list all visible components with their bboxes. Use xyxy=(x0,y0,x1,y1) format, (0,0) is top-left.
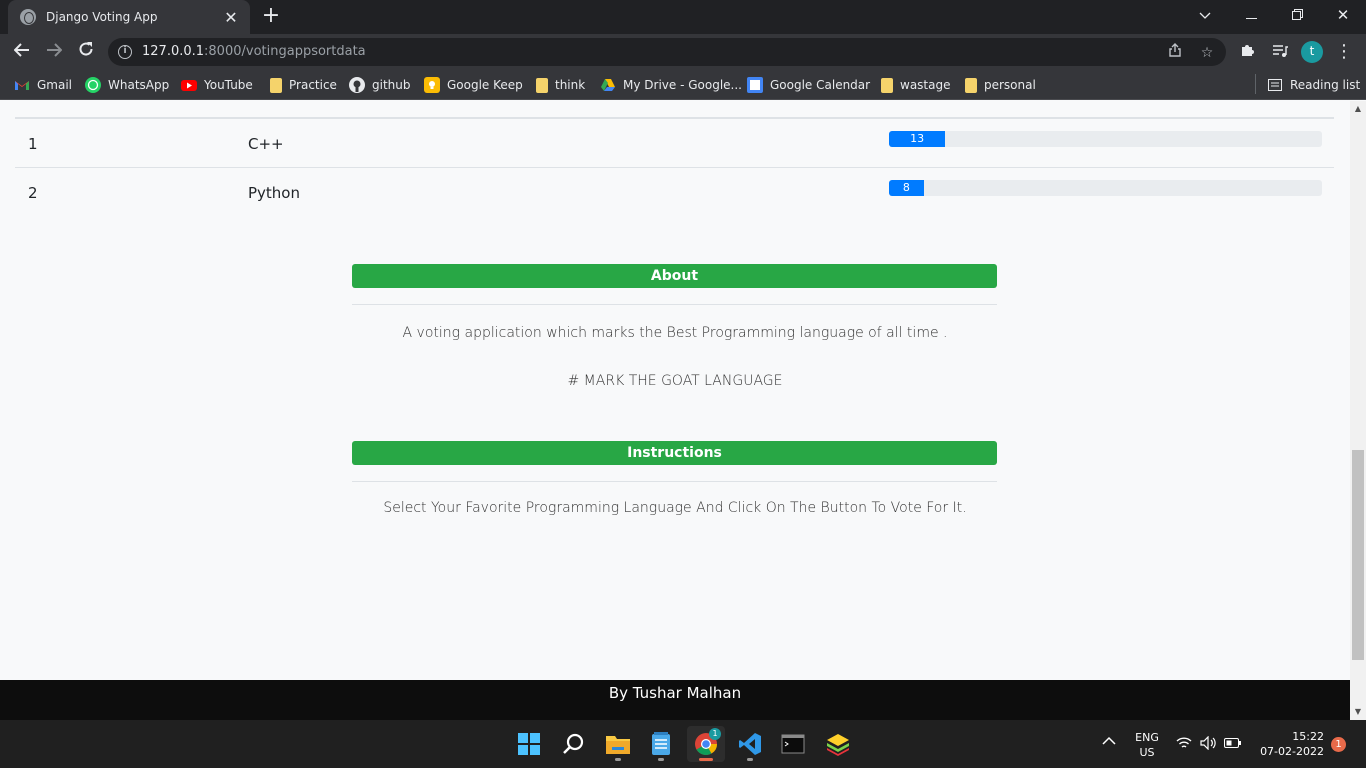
table-row: 2 Python 8 xyxy=(15,168,1334,217)
drive-icon xyxy=(600,77,616,93)
notification-badge[interactable]: 1 xyxy=(1331,737,1346,752)
new-tab-button[interactable]: + xyxy=(258,4,284,30)
gmail-icon xyxy=(14,77,30,93)
whatsapp-icon xyxy=(85,77,101,93)
vote-progress-fill: 8 xyxy=(889,180,924,196)
page-content: 1 C++ 13 2 Python 8 About A voting appli… xyxy=(0,101,1350,680)
hidden-icons-chevron-icon[interactable] xyxy=(1102,734,1116,750)
bookmark-wastage[interactable]: wastage xyxy=(879,76,950,94)
rank-cell: 1 xyxy=(28,135,38,153)
reading-list-button[interactable]: Reading list xyxy=(1267,76,1360,94)
address-bar[interactable]: i 127.0.0.1:8000/votingappsortdata ☆ xyxy=(108,38,1226,66)
language-cell: Python xyxy=(248,184,300,202)
bookmark-star-icon[interactable]: ☆ xyxy=(1197,43,1217,63)
vote-progress-bar: 8 xyxy=(889,180,1322,196)
vscode-icon[interactable] xyxy=(731,726,769,762)
site-info-icon[interactable]: i xyxy=(118,45,132,59)
profile-avatar[interactable]: t xyxy=(1301,41,1323,63)
instructions-text: Select Your Favorite Programming Languag… xyxy=(383,500,967,516)
bookmark-personal[interactable]: personal xyxy=(963,76,1036,94)
tab-title: Django Voting App xyxy=(46,10,158,24)
about-tagline: # MARK THE GOAT LANGUAGE xyxy=(567,373,783,389)
wifi-icon[interactable] xyxy=(1176,736,1192,753)
bookmarks-bar: Gmail WhatsApp YouTube Practice github G… xyxy=(0,70,1366,100)
folder-icon xyxy=(536,77,548,93)
scroll-down-icon[interactable]: ▼ xyxy=(1350,704,1366,720)
language-cell: C++ xyxy=(248,135,284,153)
restore-icon[interactable] xyxy=(1274,0,1320,32)
keep-icon xyxy=(424,77,440,93)
youtube-icon xyxy=(181,77,197,93)
calendar-icon xyxy=(747,77,763,93)
forward-arrow-icon[interactable] xyxy=(40,38,68,66)
terminal-icon[interactable] xyxy=(774,726,812,762)
file-explorer-icon[interactable] xyxy=(599,726,637,762)
page-footer: By Tushar Malhan xyxy=(0,680,1350,720)
clock[interactable]: 15:22 07-02-2022 xyxy=(1254,729,1324,759)
table-row: 1 C++ 13 xyxy=(15,119,1334,168)
back-arrow-icon[interactable] xyxy=(8,38,36,66)
tab-search-icon[interactable] xyxy=(1182,0,1228,32)
tab-strip: Django Voting App ✕ + ✕ xyxy=(0,0,1366,34)
folder-icon xyxy=(965,77,977,93)
input-language[interactable]: ENG US xyxy=(1130,730,1164,760)
volume-icon[interactable] xyxy=(1200,735,1216,753)
windows-taskbar: 1 ENG US 15:22 07-02-2022 1 xyxy=(0,720,1366,768)
instructions-divider xyxy=(352,481,997,482)
bookmark-google-calendar[interactable]: Google Calendar xyxy=(747,76,870,94)
rank-cell: 2 xyxy=(28,184,38,202)
reload-icon[interactable] xyxy=(72,38,100,66)
battery-icon[interactable] xyxy=(1224,737,1242,752)
vote-progress-fill: 13 xyxy=(889,131,946,147)
start-windows-icon[interactable] xyxy=(510,726,548,762)
bookmark-github[interactable]: github xyxy=(349,76,410,94)
extensions-puzzle-icon[interactable] xyxy=(1237,42,1259,64)
bookmark-google-keep[interactable]: Google Keep xyxy=(424,76,523,94)
browser-menu-icon[interactable]: ⋮ xyxy=(1333,42,1355,64)
bookmark-think[interactable]: think xyxy=(534,76,585,94)
page-scrollbar[interactable]: ▲ ▼ xyxy=(1350,101,1366,720)
about-heading: About xyxy=(352,264,997,288)
minimize-icon[interactable] xyxy=(1228,0,1274,32)
globe-icon xyxy=(20,9,36,25)
close-tab-icon[interactable]: ✕ xyxy=(222,8,240,27)
bookmark-my-drive[interactable]: My Drive - Google... xyxy=(600,76,742,94)
notepad-icon[interactable] xyxy=(642,726,680,762)
bookmarks-divider xyxy=(1255,74,1256,94)
search-icon[interactable] xyxy=(555,726,593,762)
browser-tab[interactable]: Django Voting App ✕ xyxy=(8,0,250,34)
media-queue-icon[interactable] xyxy=(1269,42,1291,64)
folder-icon xyxy=(270,77,282,93)
github-icon xyxy=(349,77,365,93)
scrollbar-thumb[interactable] xyxy=(1352,450,1364,660)
bookmark-practice[interactable]: Practice xyxy=(268,76,337,94)
instructions-heading: Instructions xyxy=(352,441,997,465)
about-text: A voting application which marks the Bes… xyxy=(402,325,948,341)
bluestacks-icon[interactable] xyxy=(819,726,857,762)
folder-icon xyxy=(881,77,893,93)
about-divider xyxy=(352,304,997,305)
reading-list-icon xyxy=(1267,77,1283,93)
vote-progress-bar: 13 xyxy=(889,131,1322,147)
url-text[interactable]: 127.0.0.1:8000/votingappsortdata xyxy=(142,44,366,59)
chrome-taskbar-icon[interactable]: 1 xyxy=(687,726,725,762)
close-window-icon[interactable]: ✕ xyxy=(1320,0,1366,32)
bookmark-youtube[interactable]: YouTube xyxy=(181,76,253,94)
browser-toolbar: i 127.0.0.1:8000/votingappsortdata ☆ t ⋮ xyxy=(0,34,1366,70)
bookmark-gmail[interactable]: Gmail xyxy=(14,76,72,94)
chrome-profile-badge: 1 xyxy=(709,728,721,740)
scroll-up-icon[interactable]: ▲ xyxy=(1350,101,1366,117)
bookmark-whatsapp[interactable]: WhatsApp xyxy=(85,76,169,94)
share-icon[interactable] xyxy=(1165,43,1185,63)
